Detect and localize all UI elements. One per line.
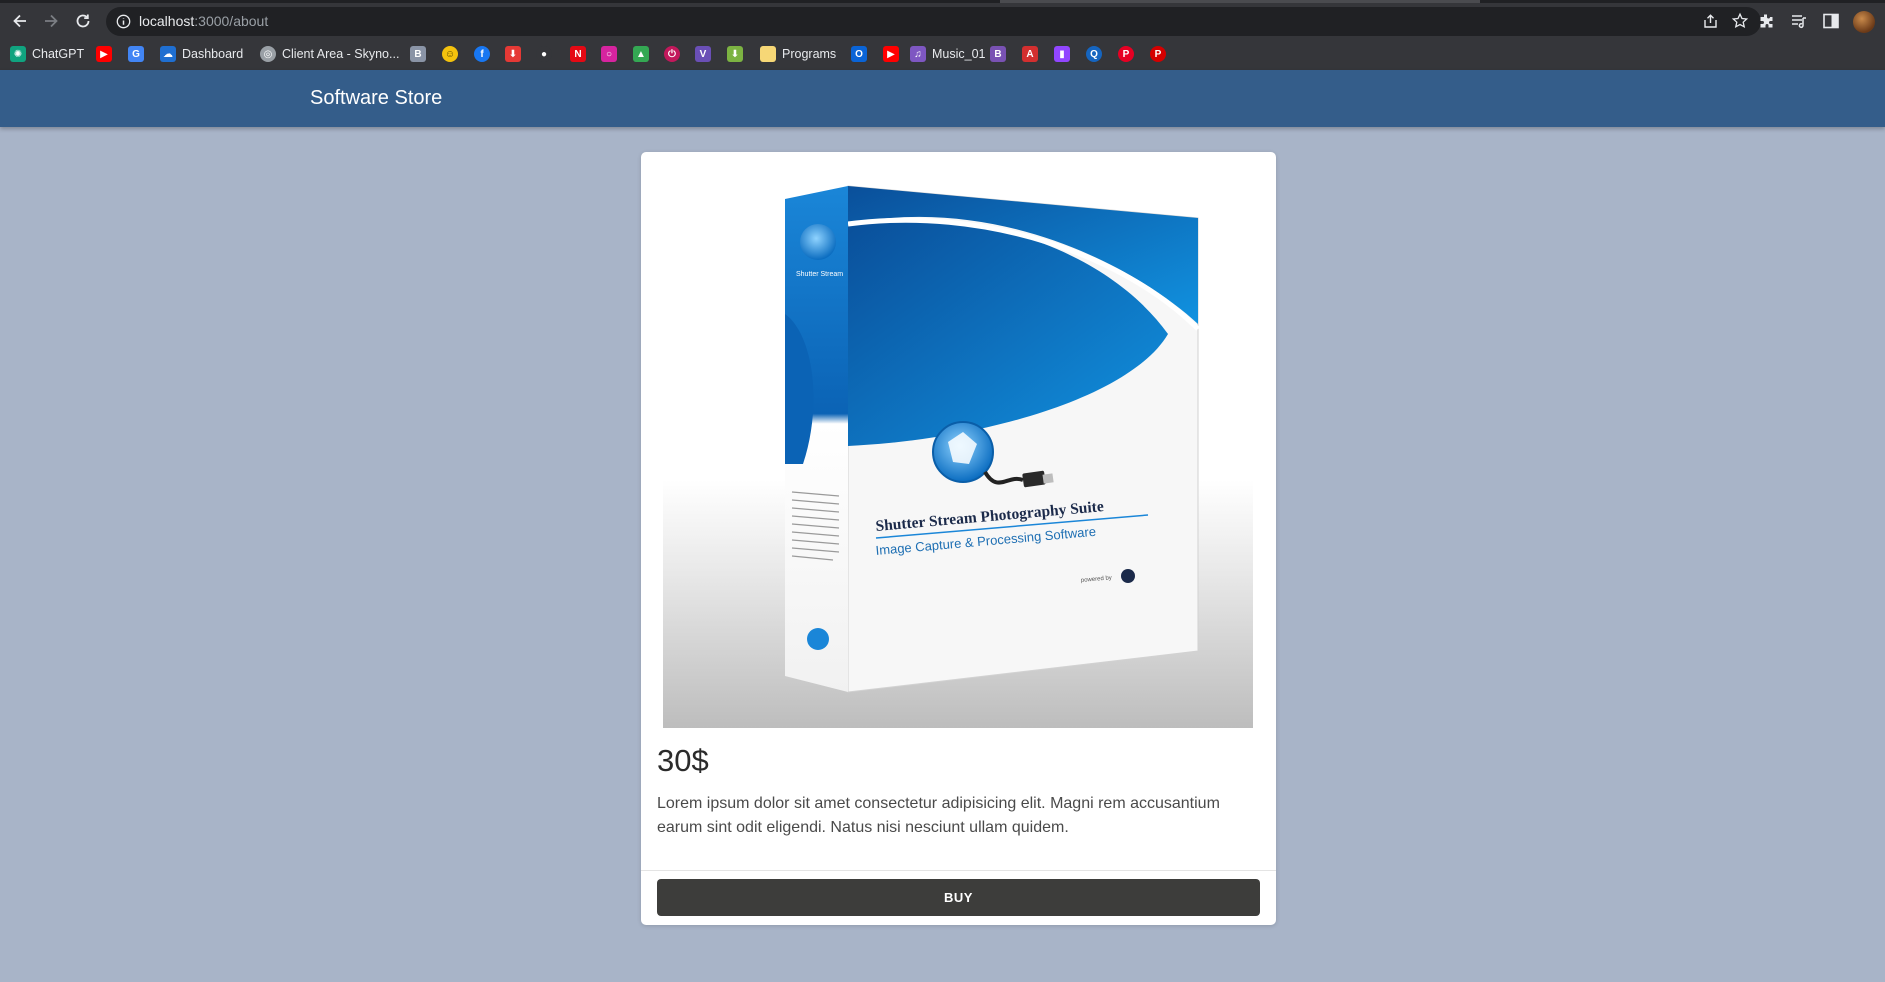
youtube-icon: ▶	[883, 46, 899, 62]
bookmark-item[interactable]: ▶	[96, 43, 112, 65]
bookmark-item[interactable]: ●	[536, 43, 552, 65]
a-icon: A	[1022, 46, 1038, 62]
bookmarks-bar: ✺ ChatGPT ▶ G ☁ Dashboard ◎ Client Area - Skyno…	[0, 40, 1885, 68]
info-icon[interactable]	[116, 14, 131, 29]
share-icon[interactable]	[1702, 13, 1719, 30]
bookmark-item[interactable]: P	[1118, 43, 1134, 65]
extensions-icon[interactable]	[1757, 12, 1775, 30]
box-side-brand: Shutter Stream	[796, 271, 843, 278]
back-button[interactable]	[6, 7, 34, 35]
arrow-left-icon	[13, 14, 26, 28]
bookmark-item[interactable]: P	[1150, 43, 1166, 65]
bookmark-item[interactable]: ⏻	[664, 43, 680, 65]
v-icon: V	[695, 46, 711, 62]
bootstrap-icon: B	[990, 46, 1006, 62]
address-bar[interactable]: localhost:3000/about	[106, 7, 1761, 36]
forward-button[interactable]	[37, 7, 65, 35]
facebook-icon: f	[474, 46, 490, 62]
bookmark-item[interactable]: A	[1022, 43, 1038, 65]
app-title[interactable]: Software Store	[310, 87, 442, 110]
bookmark-item[interactable]: ◎ Client Area - Skyno...	[260, 43, 399, 65]
reload-button[interactable]	[69, 7, 97, 35]
bookmark-label: Dashboard	[182, 47, 244, 61]
pinterest-icon: P	[1118, 46, 1134, 62]
bookmark-label: ChatGPT	[32, 47, 85, 61]
github-icon: ●	[536, 46, 552, 62]
url-host: localhost	[139, 13, 195, 29]
bookmark-item[interactable]: O	[851, 43, 867, 65]
translate-icon: G	[128, 46, 144, 62]
bookmark-item[interactable]: B	[410, 43, 426, 65]
bookmark-item[interactable]: ♫ Music_01	[910, 43, 986, 65]
buy-button[interactable]: BUY	[657, 879, 1260, 916]
outlook-icon: O	[851, 46, 867, 62]
reload-icon	[76, 14, 90, 28]
twitch-icon: ▮	[1054, 46, 1070, 62]
bookmark-label: Client Area - Skyno...	[282, 47, 400, 61]
onedrive-icon: ☁	[160, 46, 176, 62]
product-image: Shutter Stream Shutter Stream Photograph…	[663, 164, 1253, 728]
bookmark-label: Programs	[782, 47, 837, 61]
drive-icon: ▲	[633, 46, 649, 62]
product-description: Lorem ipsum dolor sit amet consectetur a…	[657, 795, 1220, 836]
power-icon: ⏻	[664, 46, 680, 62]
bookmark-item[interactable]: ▶	[883, 43, 899, 65]
arrow-right-icon	[45, 14, 58, 28]
bookmark-item[interactable]: f	[474, 43, 490, 65]
url-path: :3000/about	[194, 13, 269, 29]
bookmark-label: Music_01	[932, 47, 986, 61]
b-icon: B	[410, 46, 426, 62]
bookmark-item[interactable]: Programs	[760, 43, 836, 65]
p-icon: P	[1150, 46, 1166, 62]
smiley-icon: ☺	[442, 46, 458, 62]
instagram-icon: ○	[601, 46, 617, 62]
bookmark-item[interactable]: ⬇	[505, 43, 521, 65]
bookmark-star-icon[interactable]	[1731, 12, 1749, 30]
green-arrow-icon: ⬇	[727, 46, 743, 62]
product-price: 30$	[657, 743, 709, 778]
bookmark-item[interactable]: ▲	[633, 43, 649, 65]
side-panel-icon[interactable]	[1822, 12, 1840, 30]
bookmark-item[interactable]: N	[570, 43, 586, 65]
chatgpt-icon: ✺	[10, 46, 26, 62]
folder-icon	[760, 46, 776, 62]
software-box-image: Shutter Stream Shutter Stream Photograph…	[785, 185, 1200, 693]
bookmark-item[interactable]: ○	[601, 43, 617, 65]
bookmark-item[interactable]: B	[990, 43, 1006, 65]
bookmark-item[interactable]: G	[128, 43, 144, 65]
profile-avatar[interactable]	[1853, 11, 1875, 33]
bookmark-item[interactable]: V	[695, 43, 711, 65]
reading-list-icon[interactable]	[1790, 12, 1808, 30]
url-text[interactable]: localhost:3000/about	[139, 13, 268, 29]
bookmark-item[interactable]: ✺ ChatGPT	[10, 43, 84, 65]
bookmark-item[interactable]: ☺	[442, 43, 458, 65]
youtube-icon: ▶	[96, 46, 112, 62]
bookmark-item[interactable]: ☁ Dashboard	[160, 43, 243, 65]
bookmark-item[interactable]: Q	[1086, 43, 1102, 65]
q-icon: Q	[1086, 46, 1102, 62]
browser-toolbar: localhost:3000/about	[0, 3, 1885, 37]
download-icon: ⬇	[505, 46, 521, 62]
bookmark-item[interactable]: ▮	[1054, 43, 1070, 65]
globe-icon: ◎	[260, 46, 276, 62]
bookmark-item[interactable]: ⬇	[727, 43, 743, 65]
netflix-icon: N	[570, 46, 586, 62]
card-divider	[641, 870, 1276, 871]
app-header: Software Store	[0, 70, 1885, 127]
browser-chrome: localhost:3000/about ✺ ChatGPT ▶ G ☁ Dashboar…	[0, 0, 1885, 70]
product-card: Shutter Stream Shutter Stream Photograph…	[641, 152, 1276, 925]
music-icon: ♫	[910, 46, 926, 62]
